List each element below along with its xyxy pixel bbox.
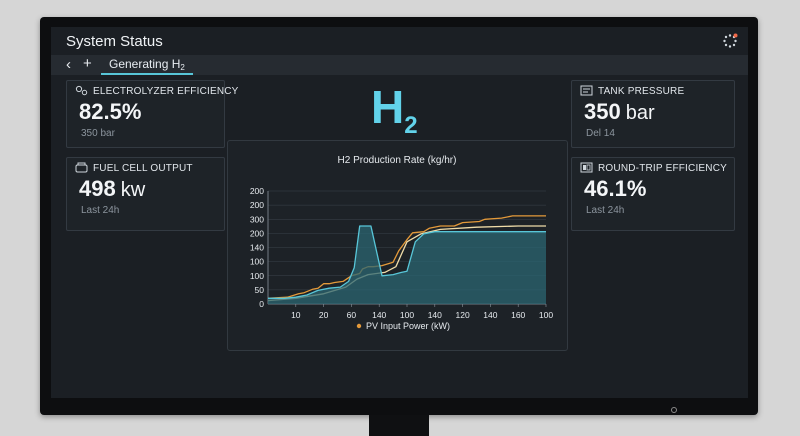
- x-tick-label: 20: [319, 310, 329, 320]
- tank-pressure-card: TANK PRESSURE 350 bar Del 14: [571, 80, 735, 148]
- x-tick-label: 60: [347, 310, 357, 320]
- card-value: 46.1%: [584, 176, 647, 201]
- card-subtext: Last 24h: [586, 205, 625, 216]
- h2-logo-subscript: 2: [404, 112, 418, 139]
- card-label: ELECTROLYZER EFFICIENCY: [93, 86, 239, 97]
- card-label: TANK PRESSURE: [598, 86, 685, 97]
- tab-label: Generating H: [109, 57, 181, 71]
- x-tick-label: 120: [456, 310, 470, 320]
- add-tab-icon[interactable]: +: [83, 56, 92, 72]
- x-tick-label: 10: [291, 310, 301, 320]
- y-tick-label: 100: [250, 271, 264, 281]
- x-tick-label: 100: [400, 310, 414, 320]
- legend-swatch: [356, 323, 362, 329]
- card-value: 498 kw: [79, 176, 146, 201]
- round-trip-efficiency-card: ROUND-TRIP EFFICIENCY 46.1% Last 24h: [571, 157, 735, 231]
- y-tick-label: 200: [250, 186, 264, 196]
- x-tick-label: 160: [511, 310, 525, 320]
- x-tick-label: 140: [483, 310, 497, 320]
- chevron-left-icon[interactable]: ‹: [66, 57, 71, 72]
- card-label: ROUND-TRIP EFFICIENCY: [598, 163, 728, 174]
- production-rate-chart-panel: H2 Production Rate (kg/hr) 0 50 100 100 140 20…: [227, 140, 568, 351]
- loading-spinner-icon[interactable]: [722, 33, 738, 49]
- card-value: 82.5%: [79, 99, 142, 124]
- page-title: System Status: [66, 33, 163, 50]
- cogs-icon: [75, 85, 88, 96]
- card-unit: bar: [625, 102, 655, 124]
- production-rate-chart: H2 Production Rate (kg/hr) 0 50 100 100 140 20…: [250, 155, 554, 331]
- monitor-stand: [369, 415, 429, 436]
- card-label: FUEL CELL OUTPUT: [93, 163, 193, 174]
- series-area-fill: [268, 226, 546, 304]
- tab-bar: ‹ + Generating H2: [51, 55, 748, 75]
- x-tick-label: 140: [372, 310, 386, 320]
- fuel-cell-output-card: FUEL CELL OUTPUT 498 kw Last 24h: [66, 157, 225, 231]
- battery-panel-icon: [580, 162, 593, 173]
- y-tick-label: 140: [250, 243, 264, 253]
- tab-generating-h2[interactable]: Generating H2: [101, 56, 193, 75]
- dashboard-screen: System Status ‹ + Generating H2 ELECTROL…: [51, 27, 748, 398]
- y-tick-label: 100: [250, 257, 264, 267]
- electrolyzer-efficiency-card: ELECTROLYZER EFFICIENCY 82.5% 350 bar: [66, 80, 238, 148]
- tab-label-subscript: 2: [180, 63, 185, 72]
- x-tick-label: 140: [428, 310, 442, 320]
- y-tick-label: 300: [250, 214, 264, 224]
- power-indicator: [671, 407, 677, 413]
- y-tick-label: 0: [259, 299, 264, 309]
- card-subtext: Del 14: [586, 128, 615, 139]
- fuel-cell-icon: [75, 162, 88, 173]
- y-tick-label: 200: [250, 200, 264, 210]
- legend-label: PV Input Power (kW): [366, 321, 450, 331]
- chart-title: H2 Production Rate (kg/hr): [338, 155, 457, 166]
- y-tick-label: 50: [255, 285, 265, 295]
- y-tick-label: 200: [250, 228, 264, 238]
- x-tick-label: 100: [539, 310, 553, 320]
- card-subtext: Last 24h: [81, 205, 120, 216]
- card-value: 350 bar: [584, 99, 655, 124]
- card-unit: kw: [120, 179, 146, 201]
- gauge-panel-icon: [580, 85, 593, 96]
- card-subtext: 350 bar: [81, 128, 115, 139]
